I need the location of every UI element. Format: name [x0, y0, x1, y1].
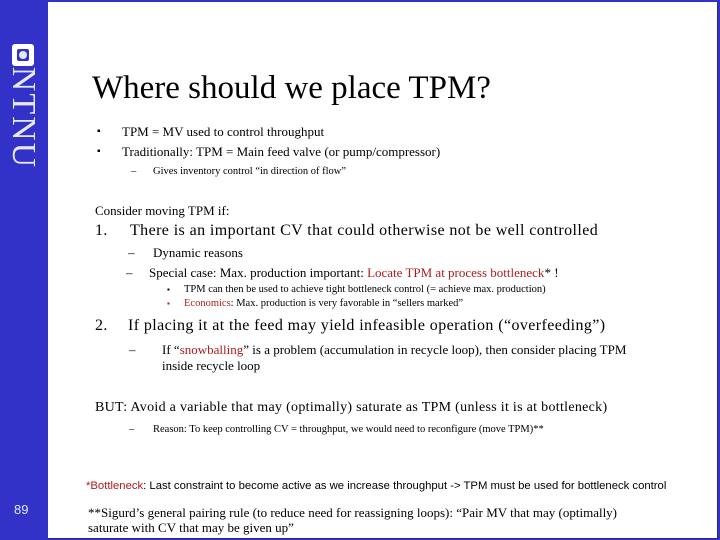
ntnu-logo-icon	[12, 44, 34, 66]
item-text: There is an important CV that could othe…	[130, 222, 599, 239]
sub-bullet-text: Dynamic reasons	[153, 245, 243, 260]
footnote-pairing-rule-line1: **Sigurd’s general pairing rule (to redu…	[88, 505, 618, 520]
ntnu-logo-text: NTNU	[5, 66, 42, 170]
sub-bullet-text: Gives inventory control “in direction of…	[153, 166, 347, 177]
item-text: If placing it at the feed may yield infe…	[128, 317, 606, 334]
subsub-bullet-line: Economics: Max. production is very favor…	[184, 298, 463, 309]
sub-bullet-marker: –	[129, 342, 136, 357]
subsub-bullet-marker: ▪	[167, 299, 170, 308]
footnote-pairing-rule-line2: saturate with CV that may be given up”	[88, 520, 294, 535]
section-heading: Consider moving TPM if:	[95, 203, 230, 218]
item-number: 1.	[95, 222, 108, 239]
sub-bullet-marker: –	[131, 166, 137, 177]
sub-bullet-text: Reason: To keep controlling CV = through…	[153, 424, 544, 435]
sub-bullet-text: If “	[162, 342, 180, 357]
sub-bullet-continuation: inside recycle loop	[162, 358, 261, 373]
bullet-text: Traditionally: TPM = Main feed valve (or…	[122, 144, 441, 159]
highlight-text: snowballing	[179, 342, 244, 357]
subsub-bullet-marker: ▪	[167, 285, 170, 294]
sidebar: NTNU 89	[0, 0, 48, 540]
sub-bullet-line: If “snowballing” is a problem (accumulat…	[162, 342, 626, 358]
footnote-text: : Last constraint to become active as we…	[143, 480, 667, 492]
slide-title: Where should we place TPM?	[92, 70, 491, 106]
caveat-text: BUT: Avoid a variable that may (optimall…	[95, 400, 608, 415]
sub-bullet-marker: –	[129, 424, 135, 435]
sub-bullet-text: ” is a problem (accumulation in recycle …	[243, 342, 627, 357]
page-number: 89	[14, 502, 29, 517]
sub-bullet-suffix: * !	[544, 265, 559, 280]
highlight-text: Locate TPM at process bottleneck	[367, 265, 545, 280]
sub-bullet-marker: –	[128, 245, 135, 260]
bullet-marker: ▪	[97, 126, 101, 137]
footnote-bottleneck: *Bottleneck: Last constraint to become a…	[86, 480, 666, 492]
sub-bullet-marker: –	[126, 265, 133, 280]
bullet-marker: ▪	[97, 146, 101, 157]
subsub-bullet-text: TPM can then be used to achieve tight bo…	[184, 284, 546, 295]
sub-bullet-text: Special case: Max. production important:	[149, 265, 368, 280]
subsub-bullet-text: : Max. production is very favorable in “…	[230, 298, 464, 309]
bullet-text: TPM = MV used to control throughput	[122, 124, 325, 139]
sub-bullet-line: Special case: Max. production important:…	[149, 265, 559, 281]
highlight-text: *Bottleneck	[86, 480, 144, 492]
item-number: 2.	[95, 317, 108, 334]
highlight-text: Economics	[184, 298, 231, 309]
